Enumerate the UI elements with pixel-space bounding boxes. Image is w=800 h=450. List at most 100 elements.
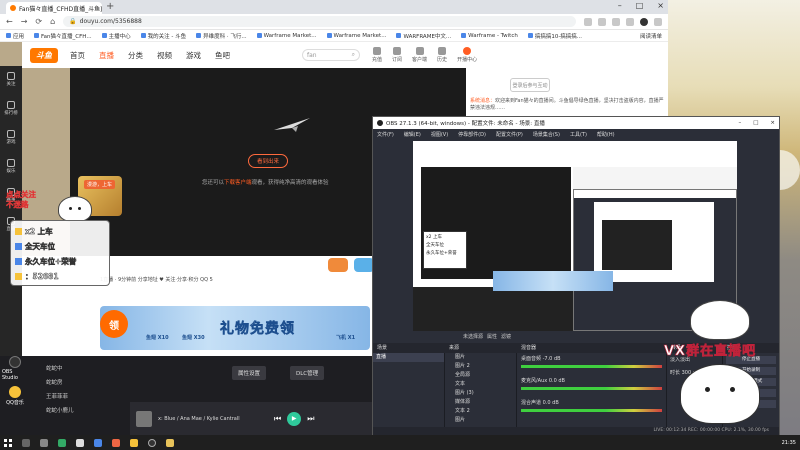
nav-video[interactable]: 视频 [157, 50, 172, 61]
source-item[interactable]: 图片 [445, 353, 516, 362]
task-view-icon[interactable] [40, 438, 48, 447]
forward-icon[interactable]: → [21, 17, 28, 26]
obs-preview[interactable]: x2 上车 全天车位 永久车位+荣誉 [413, 141, 737, 331]
maximize-icon[interactable]: □ [636, 1, 644, 10]
windows-start-icon[interactable] [4, 438, 12, 447]
reload-icon[interactable]: ⟳ [35, 17, 42, 26]
douyu-search-input[interactable]: fan ⌕ [302, 49, 360, 61]
menu-docks[interactable]: 停靠部件(D) [458, 131, 486, 138]
play-button[interactable]: ▶ [287, 411, 302, 426]
nav-home[interactable]: 首页 [70, 50, 85, 61]
source-item[interactable]: 图片 2 [445, 362, 516, 371]
source-item[interactable]: 图片 [445, 416, 516, 425]
sidebar-item-fun[interactable]: 娱乐 [7, 159, 16, 174]
volume-meter[interactable] [521, 365, 662, 368]
cat-mascot-icon [58, 196, 92, 222]
bookmark-item[interactable]: 异维度科 · 飞行... [196, 32, 247, 40]
menu-scene-collection[interactable]: 场景集合(S) [533, 131, 560, 138]
search-icon[interactable] [22, 438, 30, 447]
share-icon[interactable] [584, 17, 592, 26]
playlist-item[interactable]: 蛇蛇小鹿儿 [46, 404, 122, 418]
puzzle-icon[interactable] [626, 17, 634, 26]
bookmark-item[interactable]: 搞搞搞10-搞搞搞... [527, 32, 582, 40]
source-item[interactable]: 全局源 [445, 371, 516, 380]
source-item[interactable]: 文本 [445, 380, 516, 389]
address-bar[interactable]: 🔒 douyu.com/5356888 [63, 16, 576, 27]
broadcast-center-button[interactable]: 开播中心 [457, 47, 477, 63]
bookmark-item[interactable]: Fan猫々直播_CFH... [34, 32, 92, 40]
back-icon[interactable]: ← [6, 17, 13, 26]
extension-icon[interactable] [612, 17, 620, 26]
dlc-button[interactable]: DLC管理 [290, 366, 325, 380]
bookmark-item[interactable]: Warframe Market... [256, 33, 317, 39]
profile-avatar[interactable] [640, 17, 648, 26]
minimize-icon[interactable]: – [618, 1, 622, 10]
sidebar-item-rank[interactable]: 排行榜 [4, 101, 18, 116]
settings-button[interactable]: 属性设置 [232, 366, 267, 380]
douyu-logo[interactable]: 斗鱼 [30, 47, 58, 63]
free-gift-banner[interactable]: 领 礼物免费领 鱼翅 X10 鱼翅 X30 飞机 X1 [100, 306, 370, 350]
minimize-icon[interactable]: – [738, 120, 741, 126]
scene-item[interactable]: 直播 [373, 353, 444, 362]
reading-list[interactable]: 阅读清单 [640, 32, 662, 40]
explorer-icon[interactable] [76, 438, 84, 447]
browser-tab[interactable]: Fan猫々直播_CFHD直播_斗鱼直 × [6, 2, 102, 14]
app-icon[interactable] [94, 438, 102, 447]
volume-meter[interactable] [521, 387, 662, 390]
sidebar-item-follow[interactable]: 关注 [7, 72, 16, 87]
sidebar-item-games[interactable]: 游戏 [7, 130, 16, 145]
login-button[interactable]: 登录后参与互动 [510, 78, 550, 92]
menu-tools[interactable]: 工具(T) [570, 131, 587, 138]
nav-category[interactable]: 分类 [128, 50, 143, 61]
app-icon[interactable] [112, 438, 120, 447]
search-icon[interactable]: ⌕ [352, 51, 355, 59]
playlist-item[interactable]: 王菲菲菲 [46, 390, 122, 404]
menu-file[interactable]: 文件(F) [377, 131, 394, 138]
home-icon[interactable]: ⌂ [50, 17, 55, 26]
filters-button[interactable]: 滤镜 [501, 333, 511, 340]
obs-desktop-icon[interactable]: OBS Studio [2, 356, 28, 381]
source-item[interactable]: 图片 (3) [445, 389, 516, 398]
nav-fishbar[interactable]: 鱼吧 [215, 50, 230, 61]
gift-icon[interactable] [328, 258, 348, 272]
history-button[interactable]: 历史 [437, 47, 447, 63]
source-item[interactable]: 媒体源 [445, 398, 516, 407]
gift-icon[interactable] [354, 258, 374, 272]
bookmark-item[interactable]: WARFRAME中文... [396, 32, 451, 40]
close-window-icon[interactable]: × [657, 1, 664, 10]
obs-icon[interactable] [148, 438, 156, 447]
source-item[interactable]: 文本 2 [445, 407, 516, 416]
next-icon[interactable]: ⏭ [307, 414, 314, 424]
new-tab-icon[interactable]: + [106, 1, 114, 12]
client-button[interactable]: 客户端 [412, 47, 427, 63]
bookmark-item[interactable]: Warframe - Twitch [461, 33, 518, 39]
close-icon[interactable]: × [770, 120, 775, 126]
menu-help[interactable]: 帮助(H) [597, 131, 615, 138]
offline-button[interactable]: 看到出来 [248, 154, 289, 168]
download-client-link[interactable]: 下载客户端 [224, 180, 252, 186]
playlist-item[interactable]: 蛇蛇房 [46, 376, 122, 390]
menu-dots-icon[interactable] [654, 17, 662, 26]
app-icon[interactable] [166, 438, 174, 447]
nav-live[interactable]: 直播 [99, 50, 114, 61]
menu-profile[interactable]: 配置文件(P) [496, 131, 523, 138]
recharge-button[interactable]: 充值 [372, 47, 382, 63]
bookmark-item[interactable]: Warframe Market... [326, 33, 386, 39]
star-icon[interactable] [598, 17, 606, 26]
subscribe-button[interactable]: 订阅 [392, 47, 402, 63]
volume-meter[interactable] [521, 409, 662, 412]
menu-edit[interactable]: 编辑(E) [404, 131, 421, 138]
menu-view[interactable]: 视图(V) [431, 131, 448, 138]
playlist-item[interactable]: 蛇蛇中 [46, 362, 122, 376]
bookmark-item[interactable]: 我的关注 - 斗鱼 [140, 32, 186, 40]
chrome-icon[interactable] [130, 438, 138, 447]
maximize-icon[interactable]: □ [753, 120, 758, 126]
bookmark-item[interactable]: 主播中心 [101, 32, 131, 40]
previous-icon[interactable]: ⏮ [274, 414, 281, 424]
app-icon[interactable] [58, 438, 66, 447]
bookmark-item[interactable]: 应用 [6, 32, 24, 40]
bookmark-icon [256, 33, 262, 38]
properties-button[interactable]: 属性 [487, 333, 497, 340]
qqmusic-desktop-icon[interactable]: QQ音乐 [2, 386, 28, 406]
nav-games[interactable]: 游戏 [186, 50, 201, 61]
